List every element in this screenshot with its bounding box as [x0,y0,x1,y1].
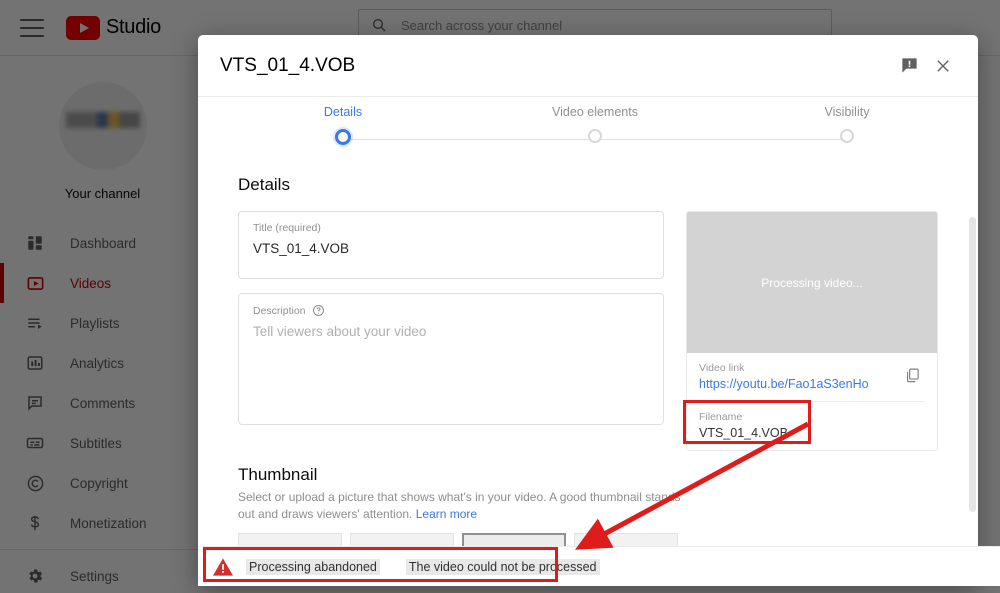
step-visibility[interactable]: Visibility [772,105,922,143]
title-field-value: VTS_01_4.VOB [253,241,350,256]
description-field-label: Description [253,304,649,317]
copy-icon[interactable] [899,362,925,388]
title-field-label: Title (required) [253,222,321,234]
video-link-row: Video link https://youtu.be/Fao1aS3enHo [687,353,937,401]
video-thumbnail-placeholder: Processing video... [687,212,937,353]
details-content: Details Title (required) VTS_01_4.VOB De… [198,175,978,586]
error-status: Processing abandoned [246,558,380,575]
video-link-label: Video link [699,362,745,374]
step-dot-icon [335,129,351,145]
thumbnail-description: Select or upload a picture that shows wh… [238,489,690,523]
step-label: Details [323,105,363,119]
thumbnail-title: Thumbnail [238,465,318,484]
step-video-elements[interactable]: Video elements [520,105,670,143]
dialog-scrollbar[interactable] [969,217,976,512]
warning-triangle-icon [212,557,234,577]
step-label: Video elements [552,105,638,119]
processing-text: Processing video... [761,275,863,290]
filename-row: Filename VTS_01_4.VOB [687,402,937,450]
filename-value: VTS_01_4.VOB [699,426,788,440]
video-link[interactable]: https://youtu.be/Fao1aS3enHo [699,377,899,391]
upload-details-dialog: VTS_01_4.VOB Details Video elements Visi… [198,35,978,586]
upload-stepper: Details Video elements Visibility [198,97,978,161]
error-message: The video could not be processed [405,558,600,575]
step-dot-icon [588,129,602,143]
step-label: Visibility [824,105,870,119]
learn-more-link[interactable]: Learn more [416,507,477,521]
description-label-text: Description [253,304,306,317]
close-icon[interactable] [926,49,960,83]
video-preview-panel: Processing video... Video link https://y… [686,211,938,451]
help-circle-icon[interactable] [312,304,325,317]
dialog-title: VTS_01_4.VOB [220,54,356,76]
filename-label: Filename [699,411,743,423]
processing-error-bar: Processing abandoned The video could not… [198,546,1000,586]
title-field[interactable]: Title (required) VTS_01_4.VOB [238,211,664,279]
section-title: Details [238,175,290,194]
step-details[interactable]: Details [268,105,418,145]
dialog-header: VTS_01_4.VOB [198,35,978,97]
step-dot-icon [840,129,854,143]
send-feedback-icon[interactable] [892,49,926,83]
description-field[interactable]: Description Tell viewers about your vide… [238,293,664,425]
dialog-body: Details Video elements Visibility Detail… [198,97,978,586]
description-placeholder: Tell viewers about your video [253,324,427,339]
